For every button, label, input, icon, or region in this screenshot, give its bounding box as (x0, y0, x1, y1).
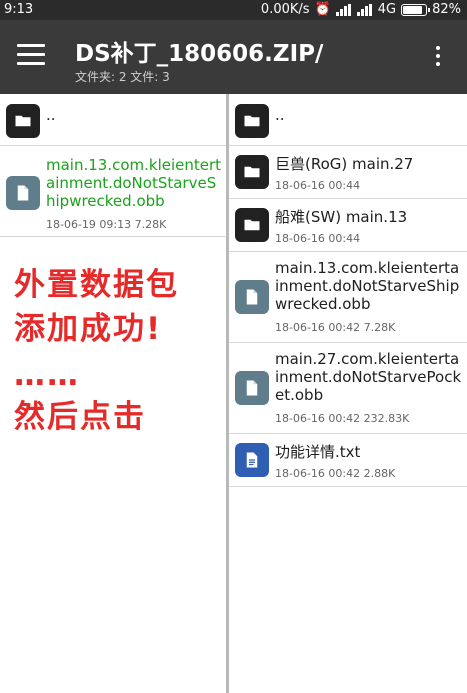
list-item-file[interactable]: main.27.com.kleientertainment.doNotStarv… (229, 343, 467, 434)
alarm-icon: ⏰ (314, 2, 331, 17)
network-type: 4G (377, 2, 397, 17)
list-item-parent-folder[interactable]: .. (229, 94, 467, 146)
list-item-file[interactable]: main.13.com.kleientertainment.doNotStarv… (229, 252, 467, 343)
file-icon (235, 371, 269, 405)
overflow-menu-icon[interactable] (435, 46, 441, 68)
folder-file-count: 文件夹: 2 文件: 3 (75, 70, 170, 84)
status-right: 0.00K/s ⏰ 4G 82% (261, 2, 461, 17)
right-pane[interactable]: .. 巨兽(RoG) main.27 18-06-16 00:44 船难(SW)… (229, 94, 467, 693)
item-meta: 18-06-19 09:13 7.28K (46, 218, 167, 231)
item-name: main.13.com.kleientertainment.doNotStarv… (275, 259, 460, 313)
status-time: 9:13 (4, 2, 34, 17)
list-item-txt-file[interactable]: 功能详情.txt 18-06-16 00:42 2.88K (229, 434, 467, 487)
item-meta: 18-06-16 00:42 7.28K (275, 321, 396, 334)
annotation-line: 添加成功! (14, 311, 163, 347)
folder-icon (235, 208, 269, 242)
annotation-line: 外置数据包 (14, 267, 179, 303)
item-name: .. (46, 106, 56, 124)
text-file-icon (235, 443, 269, 477)
item-name: 船难(SW) main.13 (275, 208, 408, 226)
item-name: .. (275, 106, 285, 124)
item-meta: 18-06-16 00:44 (275, 179, 361, 192)
signal-icon-2 (356, 3, 373, 16)
item-meta: 18-06-16 00:44 (275, 232, 361, 245)
folder-icon (235, 104, 269, 138)
item-meta: 18-06-16 00:42 2.88K (275, 467, 396, 480)
list-item-file[interactable]: main.13.com.kleientertainment.doNotStarv… (0, 146, 226, 237)
item-meta: 18-06-16 00:42 232.83K (275, 412, 410, 425)
item-name: 巨兽(RoG) main.27 (275, 155, 414, 173)
list-item-folder[interactable]: 船难(SW) main.13 18-06-16 00:44 (229, 199, 467, 252)
item-name: main.13.com.kleientertainment.doNotStarv… (46, 156, 222, 210)
network-speed: 0.00K/s (260, 2, 310, 17)
app-bar: DS补丁_180606.ZIP/ 文件夹: 2 文件: 3 (0, 20, 467, 94)
battery-percent: 82% (432, 2, 461, 17)
battery-icon (401, 3, 431, 16)
file-icon (235, 280, 269, 314)
list-item-folder[interactable]: 巨兽(RoG) main.27 18-06-16 00:44 (229, 146, 467, 199)
file-icon (6, 176, 40, 210)
list-item-parent-folder[interactable]: .. (0, 94, 226, 146)
annotation-line: …… (14, 357, 80, 393)
folder-icon (235, 155, 269, 189)
hamburger-menu-icon[interactable] (17, 44, 45, 66)
folder-icon (6, 104, 40, 138)
path-title: DS补丁_180606.ZIP/ (75, 41, 324, 67)
left-pane[interactable]: .. main.13.com.kleientertainment.doNotSt… (0, 94, 226, 693)
signal-icon (335, 3, 352, 16)
status-bar: 9:13 0.00K/s ⏰ 4G 82% (0, 0, 467, 20)
annotation-line: 然后点击 (14, 399, 146, 435)
item-name: 功能详情.txt (275, 443, 361, 461)
item-name: main.27.com.kleientertainment.doNotStarv… (275, 350, 462, 404)
